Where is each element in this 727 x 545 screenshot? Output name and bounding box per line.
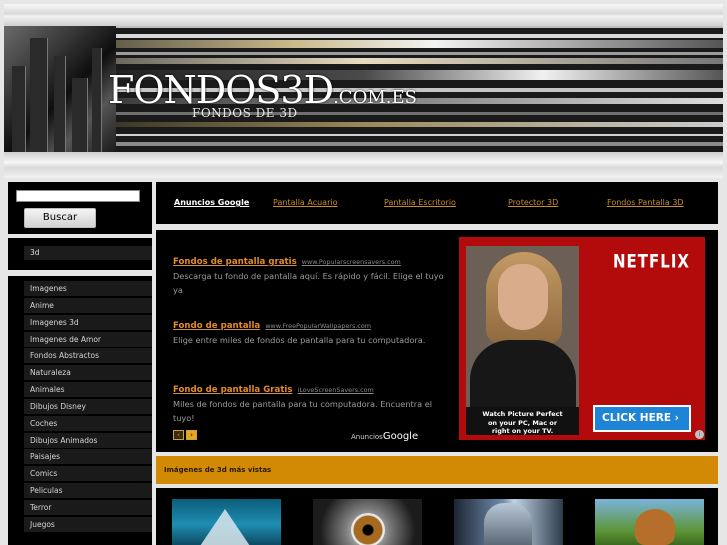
netflix-banner-ad[interactable]: Watch Picture Perfect on your PC, Mac or… bbox=[459, 237, 705, 440]
nav-item-juegos[interactable]: Juegos bbox=[24, 517, 152, 532]
actress-photo bbox=[466, 246, 579, 407]
nav-item-peliculas[interactable]: Peliculas bbox=[24, 483, 152, 498]
nav-item-anime[interactable]: Anime bbox=[24, 298, 152, 313]
most-viewed-title: Imágenes de 3d más vistas bbox=[164, 466, 272, 474]
thumbnail-eye[interactable] bbox=[313, 499, 422, 545]
category-nav: Imagenes Anime Imagenes 3d Imagenes de A… bbox=[8, 276, 152, 545]
ad-description: Elige entre miles de fondos de pantalla … bbox=[173, 335, 426, 345]
city-skyline-graphic bbox=[4, 26, 116, 152]
nav-item-imagenes-amor[interactable]: Imagenes de Amor bbox=[24, 332, 152, 347]
search-input[interactable] bbox=[16, 190, 140, 202]
search-button[interactable]: Buscar bbox=[24, 208, 96, 228]
netflix-caption: Watch Picture Perfect on your PC, Mac or… bbox=[466, 407, 579, 435]
current-category-panel: 3d bbox=[8, 238, 152, 270]
ad-description: Descarga tu fondo de pantalla aquí. Es r… bbox=[173, 271, 444, 295]
logo-tld-text: .COM.ES bbox=[333, 87, 417, 108]
most-viewed-gallery bbox=[156, 488, 718, 545]
caption-line: Watch Picture Perfect bbox=[482, 410, 563, 418]
nav-item-terror[interactable]: Terror bbox=[24, 500, 152, 515]
nav-item-imagenes-3d[interactable]: Imagenes 3d bbox=[24, 315, 152, 330]
click-here-button[interactable]: CLICK HERE › bbox=[593, 405, 691, 432]
ads-by-google-label[interactable]: AnunciosGoogle bbox=[351, 431, 418, 442]
most-viewed-header: Imágenes de 3d más vistas bbox=[156, 456, 718, 484]
page: FONDOS3D.COM.ES FONDOS DE 3D Buscar 3d I… bbox=[0, 0, 727, 545]
nav-item-imagenes[interactable]: Imagenes bbox=[24, 281, 152, 296]
ad-next-button[interactable]: › bbox=[186, 430, 197, 440]
link-pantalla-acuario[interactable]: Pantalla Acuario bbox=[273, 198, 337, 207]
ad-title[interactable]: Fondos de pantalla gratis bbox=[173, 257, 297, 267]
thumbnail-shark[interactable] bbox=[172, 499, 281, 545]
logo-subtitle: FONDOS DE 3D bbox=[192, 106, 298, 120]
text-ad: Fondo de pantalla www.FreePopularWallpap… bbox=[173, 313, 448, 348]
ad-info-icon[interactable]: i bbox=[695, 430, 704, 439]
header-top-strip bbox=[4, 4, 723, 26]
nav-item-dibujos-disney[interactable]: Dibujos Disney bbox=[24, 399, 152, 414]
search-panel: Buscar bbox=[8, 182, 152, 234]
ad-url[interactable]: www.FreePopularWallpapers.com bbox=[265, 322, 371, 330]
caption-line: right on your TV. bbox=[491, 427, 554, 435]
ads-label-text: Anuncios bbox=[351, 433, 383, 441]
header-bottom-strip bbox=[4, 152, 723, 178]
header-banner[interactable]: FONDOS3D.COM.ES FONDOS DE 3D bbox=[4, 26, 723, 152]
ad-title[interactable]: Fondo de pantalla bbox=[173, 321, 260, 331]
thumbnail-dinosaur[interactable] bbox=[595, 499, 704, 545]
category-item-3d[interactable]: 3d bbox=[24, 246, 152, 260]
nav-item-comics[interactable]: Comics bbox=[24, 466, 152, 481]
link-protector-3d[interactable]: Protector 3D bbox=[508, 198, 558, 207]
link-pantalla-escritorio[interactable]: Pantalla Escritorio bbox=[384, 198, 456, 207]
google-brand-text: Google bbox=[382, 431, 419, 442]
text-ad: Fondo de pantalla Gratis iLoveScreenSave… bbox=[173, 377, 448, 425]
nav-item-fondos-abstractos[interactable]: Fondos Abstractos bbox=[24, 348, 152, 363]
thumbnail-robot[interactable] bbox=[454, 499, 563, 545]
ad-description: Miles de fondos de pantalla para tu comp… bbox=[173, 399, 433, 423]
nav-item-dibujos-animados[interactable]: Dibujos Animados bbox=[24, 433, 152, 448]
caption-line: on your PC, Mac or bbox=[487, 418, 558, 427]
ad-url[interactable]: iLoveScreenSavers.com bbox=[298, 386, 374, 394]
nav-item-paisajes[interactable]: Paisajes bbox=[24, 449, 152, 464]
netflix-logo: NETFLIX bbox=[613, 249, 690, 273]
ad-url[interactable]: www.Popularscreensavers.com bbox=[302, 258, 401, 266]
link-fondos-pantalla-3d[interactable]: Fondos Pantalla 3D bbox=[607, 198, 684, 207]
ad-link-bar: Anuncios Google Pantalla Acuario Pantall… bbox=[156, 182, 718, 224]
link-bar-title[interactable]: Anuncios Google bbox=[174, 198, 249, 207]
text-ad: Fondos de pantalla gratis www.Popularscr… bbox=[173, 249, 448, 297]
ad-prev-button[interactable]: ‹ bbox=[173, 430, 184, 440]
nav-item-naturaleza[interactable]: Naturaleza bbox=[24, 365, 152, 380]
ad-title[interactable]: Fondo de pantalla Gratis bbox=[173, 385, 292, 395]
nav-item-animales[interactable]: Animales bbox=[24, 382, 152, 397]
nav-item-coches[interactable]: Coches bbox=[24, 416, 152, 431]
